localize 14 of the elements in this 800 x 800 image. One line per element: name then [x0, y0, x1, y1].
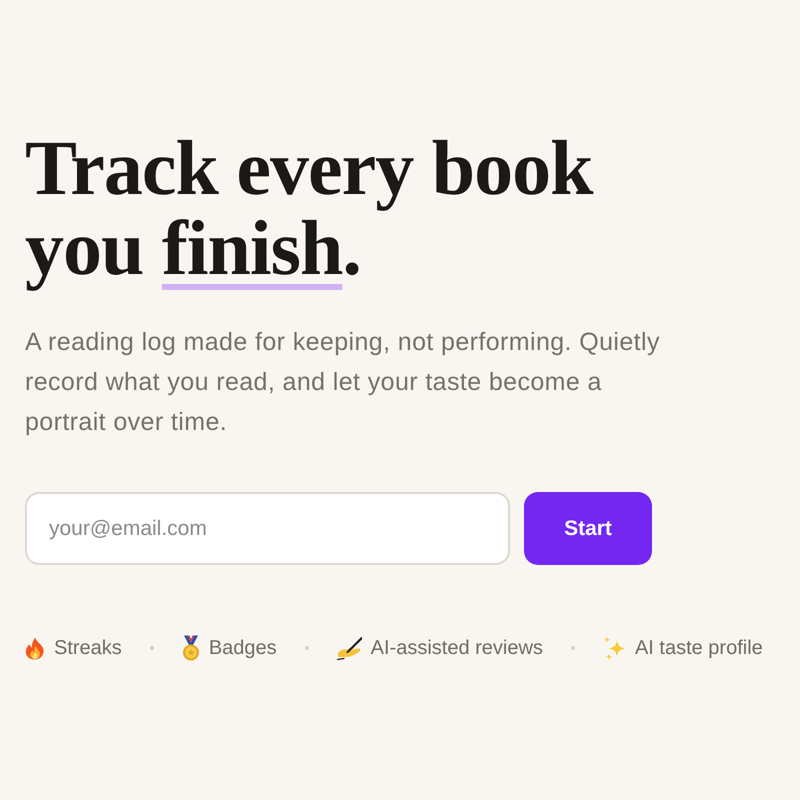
feature-label: Badges	[208, 636, 277, 660]
writing-hand-icon	[336, 636, 362, 660]
feature-label: AI-assisted reviews	[370, 636, 543, 660]
separator-dot-icon	[570, 646, 575, 650]
feature-label: Streaks	[54, 636, 122, 660]
separator-dot-icon	[150, 646, 154, 650]
start-button[interactable]: Start	[524, 492, 652, 565]
feature-label: AI taste profile	[634, 636, 763, 660]
fire-icon	[25, 636, 45, 660]
medal-icon	[182, 635, 200, 661]
email-field[interactable]: your@email.com	[25, 492, 510, 565]
hero-subtitle: A reading log made for keeping, not performing. Quietly record what you read, and let your taste become a portrait over time.	[25, 327, 661, 438]
sparkles-icon	[602, 636, 626, 660]
separator-dot-icon	[304, 646, 309, 650]
